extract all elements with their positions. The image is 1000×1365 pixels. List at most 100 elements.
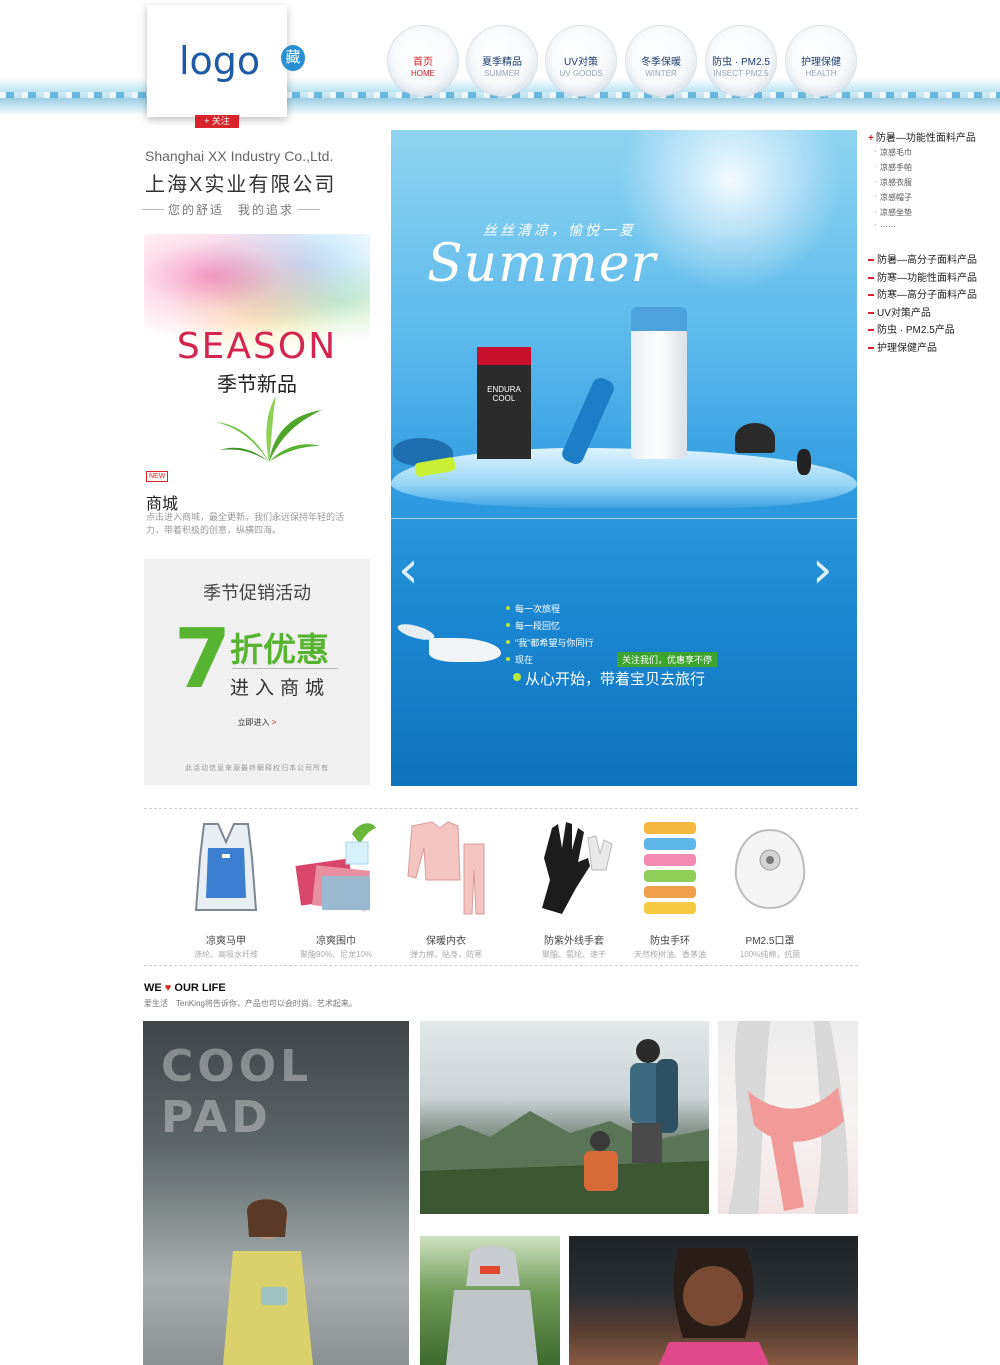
sidebar-subitem[interactable]: 凉感毛巾 — [874, 147, 912, 158]
new-badge: NEW — [146, 471, 169, 482]
promo-panel[interactable]: 季节促销活动 7 折优惠 进入商城 立即进入 > 此活动信息来源最终解释权归本公… — [144, 559, 370, 785]
ice-floe — [391, 448, 857, 508]
coolpad-watermark: COOL PAD — [161, 1041, 313, 1143]
sidebar-category-label: 防暑—功能性面料产品 — [875, 133, 976, 144]
promo-title: 季节促销活动 — [203, 583, 311, 603]
nav-item-uv[interactable]: UV对策 UV GOODS — [546, 26, 616, 96]
logo-card[interactable]: logo — [147, 5, 287, 117]
product-name: 防紫外线手套 — [544, 936, 604, 947]
season-word: SEASON — [176, 326, 338, 367]
sidebar-subitem[interactable]: 凉感帽子 — [874, 192, 912, 203]
nav-label: 首页 — [413, 57, 433, 68]
promo-disclaimer: 此活动信息来源最终解释权归本公司所有 — [185, 765, 329, 772]
collect-badge[interactable]: 藏 — [281, 45, 305, 71]
nav-sublabel: HOME — [411, 69, 435, 78]
promo-divider — [232, 668, 338, 669]
nav-sublabel: HEALTH — [805, 69, 837, 78]
life-title-we: WE — [144, 982, 162, 994]
product-item[interactable]: 保暖内衣 弹力棉，贴身，防寒 — [396, 818, 496, 960]
nav-item-home[interactable]: 首页 HOME — [388, 26, 458, 96]
nav-item-insect-pm25[interactable]: 防虫 · PM2.5 INSECT·PM2.5 — [706, 26, 776, 96]
penguin-icon — [797, 449, 811, 475]
product-desc: 聚酯90%、尼龙10% — [299, 950, 373, 959]
life-section-title: WE ♥ OUR LIFE — [144, 982, 226, 994]
nav-item-winter[interactable]: 冬季保暖 WINTER — [626, 26, 696, 96]
divider — [144, 965, 858, 966]
product-box-label: ENDURA COOL — [487, 385, 521, 403]
sidebar-category[interactable]: 防虫 · PM2.5产品 — [868, 321, 955, 336]
season-subtitle: 季节新品 — [217, 374, 297, 396]
hero-main-line: 从心开始，带着宝贝去旅行 — [512, 668, 705, 689]
carousel-prev-button[interactable]: ‹ — [398, 540, 419, 600]
sidebar-category[interactable]: UV对策产品 — [868, 304, 931, 319]
sidebar-subitem[interactable]: 凉感手帕 — [874, 162, 912, 173]
promo-enter-link[interactable]: 立即进入 > — [144, 717, 370, 728]
company-name-cn: 上海X实业有限公司 — [145, 174, 337, 196]
heart-icon: ♥ — [164, 982, 172, 994]
nav-label: 护理保健 — [801, 57, 841, 68]
plus-icon: + — [868, 133, 874, 144]
hikers-image — [584, 1039, 678, 1191]
product-name: 凉爽马甲 — [206, 936, 246, 947]
product-can-image — [631, 307, 687, 459]
nav-sublabel: INSECT·PM2.5 — [713, 69, 769, 78]
hero-follow-tag[interactable]: 关注我们，优惠享不停 — [617, 652, 718, 667]
promo-link-label: 立即进入 — [237, 718, 270, 727]
mask-icon — [734, 828, 806, 910]
promo-discount: 折优惠 — [230, 631, 329, 668]
sidebar-subitem[interactable]: 凉感坐垫 — [874, 207, 912, 218]
divider — [144, 808, 858, 809]
product-desc: 涤纶、高吸水纤维 — [194, 950, 258, 959]
nav-sublabel: WINTER — [645, 69, 677, 78]
sidebar-subitem[interactable]: 凉感衣服 — [874, 177, 912, 188]
woman-figure-image — [223, 1199, 313, 1365]
thermal-underwear-icon — [407, 821, 485, 915]
photo-coolpad[interactable]: COOL PAD — [143, 1021, 409, 1365]
nav-sublabel: SUMMER — [484, 69, 520, 78]
nav-item-summer[interactable]: 夏季精品 SUMMER — [467, 26, 537, 96]
product-item[interactable]: 防紫外线手套 聚酯、氨纶、速干 — [524, 818, 624, 960]
sidebar-category[interactable]: 防暑—高分子面料产品 — [868, 251, 977, 266]
bracelet-icon — [644, 822, 696, 914]
carousel-next-button[interactable]: › — [812, 540, 833, 600]
scarf-girl-illustration — [728, 1021, 849, 1214]
product-item[interactable]: 防虫手环 天然桉树油、香茅油 — [620, 818, 720, 960]
follow-button[interactable]: + 关注 — [195, 115, 239, 128]
photo-hoodie-man[interactable] — [420, 1236, 560, 1365]
product-desc: 100%纯棉，抗菌 — [739, 950, 801, 959]
product-item[interactable]: 凉爽马甲 涤纶、高吸水纤维 — [176, 818, 276, 960]
hero-line: "我"都希望与你同行 — [505, 638, 594, 648]
waterline — [391, 518, 857, 519]
swim-cap-image — [735, 423, 775, 453]
product-name: 保暖内衣 — [426, 936, 466, 947]
company-slogan: 您的舒适 我的追求 — [141, 203, 321, 217]
product-desc: 聚酯、氨纶、速干 — [542, 950, 606, 959]
nav-label: UV对策 — [564, 57, 598, 68]
scarf-icon — [295, 823, 376, 911]
logo[interactable]: logo — [179, 39, 260, 83]
product-item[interactable]: PM2.5口罩 100%纯棉，抗菌 — [720, 818, 820, 960]
promo-number: 7 — [174, 612, 232, 707]
hero-carousel[interactable]: 丝丝清凉，愉悦一夏 Summer ENDURA COOL 每一次旅程 每一段回忆… — [391, 130, 857, 786]
photo-scarf-girl[interactable] — [718, 1021, 858, 1214]
hero-line: 每一段回忆 — [505, 621, 561, 631]
nav-label: 冬季保暖 — [641, 57, 681, 68]
company-name-en: Shanghai XX Industry Co.,Ltd. — [145, 148, 334, 164]
sidebar-category[interactable]: 防寒—高分子面料产品 — [868, 286, 977, 301]
sidebar-category-heading[interactable]: + 防暑—功能性面料产品 — [868, 129, 976, 144]
photo-hikers[interactable] — [420, 1021, 709, 1214]
product-item[interactable]: 凉爽围巾 聚酯90%、尼龙10% — [286, 818, 386, 960]
life-title-rest: OUR LIFE — [174, 982, 226, 994]
product-desc: 弹力棉，贴身，防寒 — [410, 950, 482, 959]
photo-tennis-player[interactable] — [569, 1236, 858, 1365]
hero-summer-title: Summer — [427, 234, 657, 294]
season-banner[interactable]: SEASON 季节新品 — [144, 234, 370, 462]
product-name: 防虫手环 — [650, 936, 690, 947]
tennis-player-image — [659, 1248, 769, 1365]
sidebar-category[interactable]: 护理保健产品 — [868, 339, 937, 354]
sidebar-subitem[interactable]: …… — [874, 220, 896, 229]
sidebar-category[interactable]: 防寒—功能性面料产品 — [868, 269, 977, 284]
vest-icon — [194, 823, 258, 911]
hoodie-man-image — [446, 1246, 538, 1365]
nav-item-health[interactable]: 护理保健 HEALTH — [786, 26, 856, 96]
